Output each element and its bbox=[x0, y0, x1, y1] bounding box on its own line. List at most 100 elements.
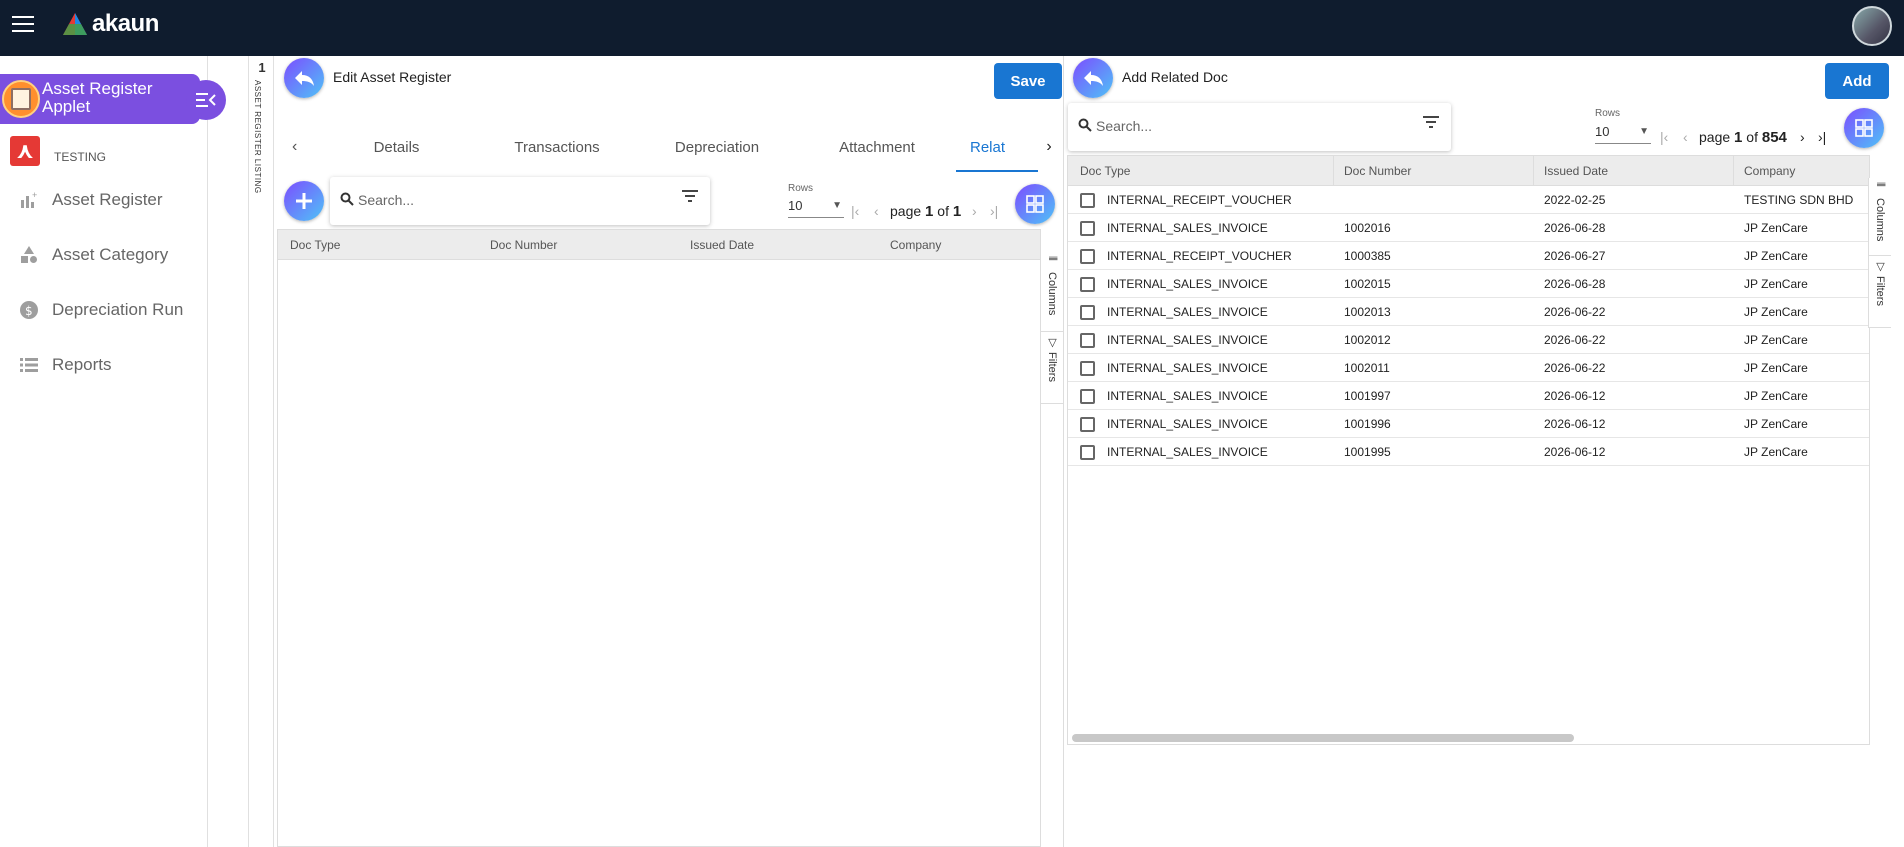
akaun-logo-icon bbox=[63, 13, 87, 35]
row-checkbox[interactable] bbox=[1080, 361, 1095, 376]
cell-doc-number: 1002015 bbox=[1344, 277, 1391, 291]
cell-company: JP ZenCare bbox=[1744, 277, 1808, 291]
table-row[interactable]: INTERNAL_SALES_INVOICE 1002013 2026-06-2… bbox=[1068, 298, 1869, 326]
row-checkbox[interactable] bbox=[1080, 445, 1095, 460]
search-icon bbox=[340, 192, 354, 209]
chevron-left-icon[interactable]: ‹ bbox=[292, 138, 297, 156]
cell-doc-type: INTERNAL_SALES_INVOICE bbox=[1107, 445, 1268, 459]
back-button[interactable] bbox=[1073, 58, 1113, 98]
save-button[interactable]: Save bbox=[994, 63, 1062, 99]
collapse-sidebar-button[interactable] bbox=[186, 80, 226, 120]
tab-depreciation[interactable]: Depreciation bbox=[658, 128, 776, 172]
add-doc-button[interactable]: Add bbox=[1825, 63, 1889, 99]
rows-label: Rows bbox=[1595, 108, 1621, 119]
row-checkbox[interactable] bbox=[1080, 193, 1095, 208]
filters-label: Filters bbox=[1046, 352, 1058, 382]
search-input[interactable]: Search... bbox=[1068, 103, 1451, 151]
prev-page-icon[interactable]: ‹ bbox=[874, 203, 879, 219]
column-header-doc-type[interactable]: Doc Type bbox=[1080, 164, 1130, 178]
shapes-icon bbox=[18, 244, 40, 266]
tab-transactions[interactable]: Transactions bbox=[497, 128, 617, 172]
rows-per-page-select[interactable]: 10 ▼ bbox=[788, 198, 844, 218]
table-row[interactable]: INTERNAL_SALES_INVOICE 1002011 2026-06-2… bbox=[1068, 354, 1869, 382]
row-checkbox[interactable] bbox=[1080, 305, 1095, 320]
akaun-logo[interactable]: akaun bbox=[62, 10, 159, 38]
sidebar-item-asset-category[interactable]: Asset Category bbox=[18, 241, 168, 269]
column-header-issued-date[interactable]: Issued Date bbox=[690, 238, 754, 252]
sidebar-item-depreciation-run[interactable]: $ Depreciation Run bbox=[18, 296, 183, 324]
chevron-right-icon[interactable]: › bbox=[1038, 138, 1060, 168]
row-checkbox[interactable] bbox=[1080, 389, 1095, 404]
search-input[interactable]: Search... bbox=[330, 177, 710, 225]
column-header-doc-number[interactable]: Doc Number bbox=[1344, 164, 1411, 178]
table-row[interactable]: INTERNAL_SALES_INVOICE 1001997 2026-06-1… bbox=[1068, 382, 1869, 410]
columns-tool[interactable]: ⦀ Columns bbox=[1041, 252, 1063, 332]
back-button[interactable] bbox=[284, 58, 324, 98]
filter-icon[interactable] bbox=[1423, 115, 1439, 134]
table-row[interactable]: INTERNAL_SALES_INVOICE 1002016 2026-06-2… bbox=[1068, 214, 1869, 242]
cell-doc-number: 1001997 bbox=[1344, 389, 1391, 403]
dollar-circle-icon: $ bbox=[18, 299, 40, 321]
row-checkbox[interactable] bbox=[1080, 417, 1095, 432]
last-page-icon[interactable]: ›| bbox=[1818, 129, 1826, 145]
table-row[interactable]: INTERNAL_RECEIPT_VOUCHER 1000385 2026-06… bbox=[1068, 242, 1869, 270]
filters-tool[interactable]: ▽ Filters bbox=[1041, 332, 1063, 404]
of-word: of bbox=[937, 203, 949, 219]
svg-text:+: + bbox=[32, 190, 37, 200]
table-row[interactable]: INTERNAL_SALES_INVOICE 1002012 2026-06-2… bbox=[1068, 326, 1869, 354]
row-checkbox[interactable] bbox=[1080, 277, 1095, 292]
last-page-icon[interactable]: ›| bbox=[990, 203, 998, 219]
sidebar-item-label: Depreciation Run bbox=[52, 300, 184, 319]
cell-company: JP ZenCare bbox=[1744, 445, 1808, 459]
prev-page-icon[interactable]: ‹ bbox=[1683, 129, 1688, 145]
columns-icon: ⦀ bbox=[1874, 182, 1886, 187]
columns-label: Columns bbox=[1874, 198, 1886, 242]
page-title: Edit Asset Register bbox=[333, 69, 452, 85]
row-checkbox[interactable] bbox=[1080, 221, 1095, 236]
sidebar-item-asset-register[interactable]: + Asset Register bbox=[18, 186, 163, 214]
tab-attachment[interactable]: Attachment bbox=[818, 128, 936, 172]
page-word: page bbox=[1699, 129, 1731, 145]
list-icon bbox=[18, 354, 40, 376]
table-row[interactable]: INTERNAL_SALES_INVOICE 1002015 2026-06-2… bbox=[1068, 270, 1869, 298]
cell-doc-number: 1001995 bbox=[1344, 445, 1391, 459]
rows-per-page-select[interactable]: 10 ▼ bbox=[1595, 124, 1651, 144]
columns-tool[interactable]: ⦀ Columns bbox=[1869, 178, 1891, 256]
row-checkbox[interactable] bbox=[1080, 333, 1095, 348]
hamburger-menu-icon[interactable] bbox=[12, 16, 34, 34]
grid-header: Doc Type Doc Number Issued Date Company bbox=[1068, 156, 1869, 186]
related-docs-grid: Doc Type Doc Number Issued Date Company bbox=[277, 229, 1041, 847]
next-page-icon[interactable]: › bbox=[1800, 129, 1805, 145]
column-header-doc-type[interactable]: Doc Type bbox=[290, 238, 340, 252]
column-header-company[interactable]: Company bbox=[1744, 164, 1795, 178]
cell-issued-date: 2026-06-22 bbox=[1544, 361, 1606, 375]
first-page-icon[interactable]: |‹ bbox=[851, 203, 859, 219]
user-avatar[interactable] bbox=[1852, 6, 1892, 46]
svg-text:$: $ bbox=[25, 304, 33, 318]
asset-register-listing-strip[interactable]: 1 ASSET REGISTER LISTING bbox=[248, 56, 274, 847]
horizontal-scrollbar[interactable] bbox=[1072, 734, 1574, 742]
cell-issued-date: 2026-06-22 bbox=[1544, 305, 1606, 319]
grid-view-button[interactable] bbox=[1015, 184, 1055, 224]
sidebar-item-reports[interactable]: Reports bbox=[18, 351, 112, 379]
first-page-icon[interactable]: |‹ bbox=[1660, 129, 1668, 145]
cell-doc-type: INTERNAL_SALES_INVOICE bbox=[1107, 305, 1268, 319]
table-row[interactable]: INTERNAL_SALES_INVOICE 1001995 2026-06-1… bbox=[1068, 438, 1869, 466]
column-header-issued-date[interactable]: Issued Date bbox=[1544, 164, 1608, 178]
column-header-doc-number[interactable]: Doc Number bbox=[490, 238, 557, 252]
column-header-company[interactable]: Company bbox=[890, 238, 941, 252]
org-logo-icon: ⋏ bbox=[10, 136, 40, 166]
filter-icon[interactable] bbox=[682, 189, 698, 208]
grid-view-button[interactable] bbox=[1844, 108, 1884, 148]
table-row[interactable]: INTERNAL_RECEIPT_VOUCHER 2022-02-25 TEST… bbox=[1068, 186, 1869, 214]
row-checkbox[interactable] bbox=[1080, 249, 1095, 264]
page-current: 1 bbox=[1734, 129, 1743, 146]
tab-related[interactable]: Relat bbox=[956, 128, 1038, 172]
cell-doc-number: 1002011 bbox=[1344, 361, 1390, 375]
table-row[interactable]: INTERNAL_SALES_INVOICE 1001996 2026-06-1… bbox=[1068, 410, 1869, 438]
filters-tool[interactable]: ▽ Filters bbox=[1869, 256, 1891, 328]
next-page-icon[interactable]: › bbox=[972, 203, 977, 219]
tab-details[interactable]: Details bbox=[340, 128, 453, 172]
add-button[interactable] bbox=[284, 181, 324, 221]
panel-divider bbox=[1063, 56, 1064, 847]
